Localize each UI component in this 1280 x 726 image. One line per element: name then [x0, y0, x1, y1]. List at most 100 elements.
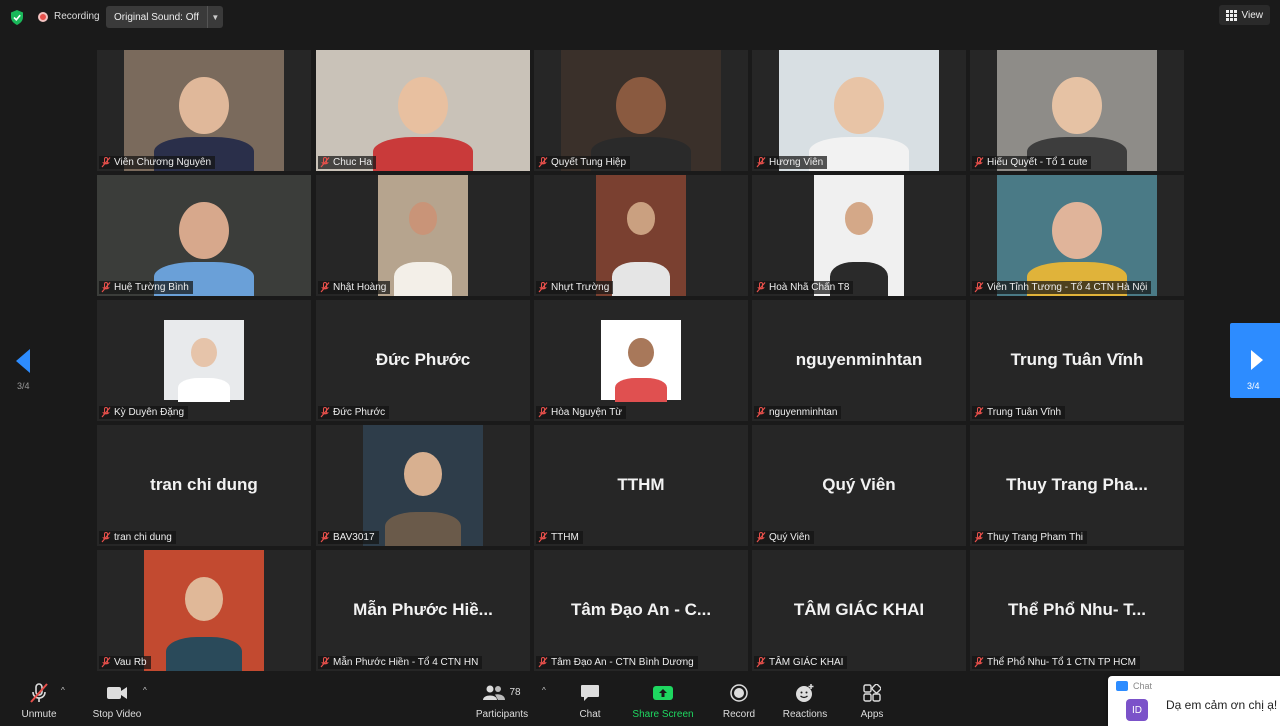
participant-name-label: Nhựt Trường — [536, 281, 614, 294]
view-label: View — [1241, 9, 1264, 21]
participants-options-chevron-icon[interactable]: ^ — [542, 686, 546, 695]
microphone-muted-icon — [538, 657, 548, 668]
participant-name: Vau Rb — [114, 657, 147, 668]
meeting-top-bar: Recording Original Sound: Off ▼ View — [0, 0, 1280, 34]
person-head-shape — [408, 201, 438, 235]
participant-tile[interactable]: Hương Viên — [752, 50, 966, 171]
microphone-muted-icon — [101, 532, 111, 543]
participant-tile[interactable]: TTHM TTHM — [534, 425, 748, 546]
participant-tile[interactable]: BAV3017 — [316, 425, 530, 546]
microphone-muted-icon — [28, 680, 50, 705]
participant-tile[interactable]: Hoà Nhã Chấn T8 — [752, 175, 966, 296]
participant-tile[interactable]: Quý Viên Quý Viên — [752, 425, 966, 546]
page-indicator-left: 3/4 — [17, 381, 30, 391]
chevron-down-icon[interactable]: ▼ — [206, 6, 223, 28]
apps-button[interactable]: Apps — [856, 672, 888, 720]
participant-name: TTHM — [551, 532, 579, 543]
previous-page-button[interactable]: 3/4 — [0, 325, 48, 397]
share-screen-label: Share Screen — [632, 709, 694, 720]
participant-name-label: Huệ Tường Bình — [99, 281, 193, 294]
reactions-button[interactable]: Reactions — [782, 672, 828, 720]
arrow-right-icon — [1251, 350, 1263, 370]
record-button[interactable]: Record — [720, 672, 758, 720]
participant-tile[interactable]: nguyenminhtan nguyenminhtan — [752, 300, 966, 421]
participant-tile[interactable]: Hiếu Quyết - Tổ 1 cute — [970, 50, 1184, 171]
chat-notification-popup[interactable]: Chat ID Dạ em cảm ơn chị ạ! — [1108, 676, 1280, 726]
video-options-chevron-icon[interactable]: ^ — [143, 686, 147, 695]
chat-message-preview: Dạ em cảm ơn chị ạ! — [1166, 698, 1278, 712]
person-head-shape — [403, 451, 443, 496]
microphone-muted-icon — [756, 407, 766, 418]
microphone-muted-icon — [538, 407, 548, 418]
participant-video-feed — [97, 175, 311, 296]
participant-name-label: Trung Tuân Vĩnh — [972, 406, 1066, 419]
next-page-button[interactable]: 3/4 — [1230, 323, 1280, 398]
microphone-muted-icon — [320, 407, 330, 418]
participant-tile[interactable]: Viên Tỉnh Tương - Tổ 4 CTN Hà Nội — [970, 175, 1184, 296]
participant-video-feed — [997, 50, 1157, 171]
participant-tile[interactable]: Quyết Tung Hiệp — [534, 50, 748, 171]
person-body-shape — [612, 262, 670, 296]
participant-tile[interactable]: Trung Tuân Vĩnh Trung Tuân Vĩnh — [970, 300, 1184, 421]
participant-name-label: Kỳ Duyên Đặng — [99, 406, 189, 419]
participant-video-feed — [596, 175, 686, 296]
person-head-shape — [184, 576, 224, 621]
reactions-label: Reactions — [782, 709, 828, 720]
recording-label: Recording — [54, 11, 100, 22]
view-button[interactable]: View — [1218, 5, 1270, 25]
participant-tile[interactable]: Hòa Nguyện Từ — [534, 300, 748, 421]
participant-name: Mẫn Phước Hiền - Tổ 4 CTN HN — [333, 657, 479, 668]
security-shield-icon[interactable] — [10, 10, 24, 25]
participant-name-label: Quyết Tung Hiệp — [536, 156, 631, 169]
participant-name: nguyenminhtan — [769, 407, 838, 418]
people-icon — [483, 685, 506, 700]
participant-tile[interactable]: Viên Chương Nguyên — [97, 50, 311, 171]
participant-tile[interactable]: Huệ Tường Bình — [97, 175, 311, 296]
participant-name-label: Vau Rb — [99, 656, 151, 669]
participant-name: tran chi dung — [114, 532, 172, 543]
participants-icon-group: 78 — [483, 680, 521, 705]
recording-indicator[interactable]: Recording — [38, 11, 100, 22]
participant-display-name: Đức Phước — [375, 350, 471, 369]
unmute-button[interactable]: Unmute — [18, 672, 60, 720]
participant-tile[interactable]: Nhật Hoàng — [316, 175, 530, 296]
participant-tile[interactable]: TÂM GIÁC KHAI TÂM GIÁC KHAI — [752, 550, 966, 671]
participant-tile[interactable]: Chuc Ha — [316, 50, 530, 171]
participant-display-name: TTHM — [617, 475, 665, 494]
person-body-shape — [615, 377, 667, 402]
participants-button[interactable]: 78 Participants — [474, 672, 530, 720]
record-icon — [730, 680, 748, 705]
original-sound-label: Original Sound: Off — [114, 11, 199, 23]
participant-video-feed — [814, 175, 904, 296]
participant-name: Trung Tuân Vĩnh — [987, 407, 1062, 418]
participant-tile[interactable]: Thể Phổ Nhu- T... Thể Phổ Nhu- Tổ 1 CTN T… — [970, 550, 1184, 671]
participant-name-label: Thuy Trang Pham Thi — [972, 531, 1087, 544]
chat-popup-header: Chat — [1116, 681, 1152, 691]
chat-icon — [1116, 681, 1128, 691]
original-sound-button[interactable]: Original Sound: Off ▼ — [106, 6, 223, 28]
participant-name-label: Viên Tỉnh Tương - Tổ 4 CTN Hà Nội — [972, 281, 1152, 294]
participant-name-label: Tâm Đạo An - CTN Bình Dương — [536, 656, 698, 669]
stop-video-label: Stop Video — [92, 709, 142, 720]
participant-name: Tâm Đạo An - CTN Bình Dương — [551, 657, 694, 668]
participant-display-name: Thể Phổ Nhu- T... — [1008, 600, 1146, 619]
chat-button[interactable]: Chat — [574, 672, 606, 720]
audio-options-chevron-icon[interactable]: ^ — [61, 686, 65, 695]
person-head-shape — [1052, 76, 1102, 135]
participant-tile[interactable]: Vau Rb — [97, 550, 311, 671]
participant-tile[interactable]: Thuy Trang Pha... Thuy Trang Pham Thi — [970, 425, 1184, 546]
participant-tile[interactable]: Kỳ Duyên Đặng — [97, 300, 311, 421]
participant-tile[interactable]: Tâm Đạo An - C... Tâm Đạo An - CTN Bình D… — [534, 550, 748, 671]
participant-tile[interactable]: Mẫn Phước Hiề... Mẫn Phước Hiền - Tổ 4 CT… — [316, 550, 530, 671]
person-head-shape — [628, 337, 654, 368]
apps-label: Apps — [860, 709, 884, 720]
share-screen-button[interactable]: Share Screen — [630, 672, 696, 720]
participant-tile[interactable]: Đức Phước Đức Phước — [316, 300, 530, 421]
participant-tile[interactable]: Nhựt Trường — [534, 175, 748, 296]
participant-name-label: Hiếu Quyết - Tổ 1 cute — [972, 156, 1092, 169]
person-head-shape — [191, 337, 217, 368]
participant-name: Chuc Ha — [333, 157, 372, 168]
stop-video-button[interactable]: Stop Video — [90, 672, 144, 720]
participant-tile[interactable]: tran chi dung tran chi dung — [97, 425, 311, 546]
microphone-muted-icon — [320, 282, 330, 293]
